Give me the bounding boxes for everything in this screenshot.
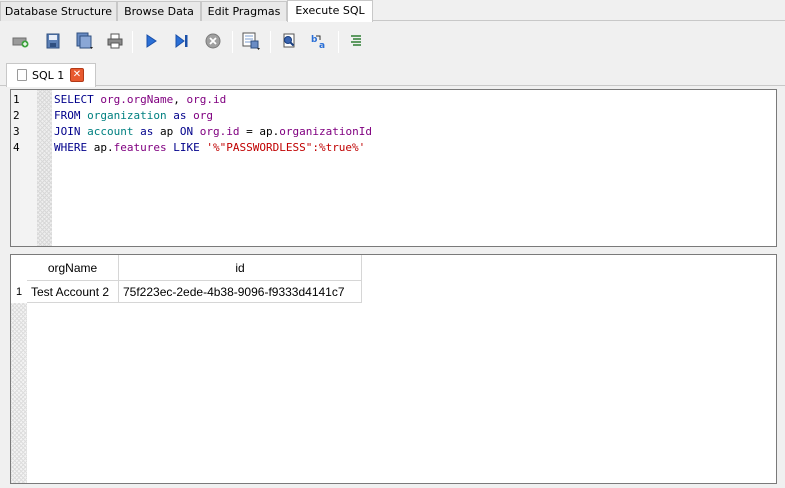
sql-tab-bar: SQL 1 ✕ xyxy=(0,62,785,87)
code-line: FROM organization as org xyxy=(54,109,213,122)
code-line: WHERE ap.features LIKE '%"PASSWORDLESS":… xyxy=(54,141,365,154)
svg-text:a: a xyxy=(319,41,325,49)
find-replace-icon[interactable]: ba xyxy=(308,30,330,52)
sql-document-icon xyxy=(17,69,27,81)
code-token: account xyxy=(87,125,134,138)
line-number: 1 xyxy=(13,93,20,106)
code-token: , xyxy=(173,93,187,106)
open-sql-file-icon[interactable] xyxy=(42,30,64,52)
column-header-id[interactable]: id xyxy=(119,255,362,281)
code-token: org.id xyxy=(186,93,227,106)
print-icon[interactable] xyxy=(104,30,126,52)
code-line: SELECT org.orgName, org.id xyxy=(54,93,226,106)
code-token: SELECT xyxy=(54,93,94,106)
code-token: ON xyxy=(179,125,194,138)
execute-current-line-icon[interactable] xyxy=(171,30,193,52)
table-cell-id[interactable]: 75f223ec-2ede-4b38-9096-f9333d4141c7 xyxy=(119,281,362,303)
toolbar-separator xyxy=(338,31,339,53)
code-token: org.id xyxy=(199,125,240,138)
save-sql-file-icon[interactable] xyxy=(74,30,96,52)
tab-sql-1[interactable]: SQL 1 ✕ xyxy=(6,63,96,87)
line-number-gutter: 1 2 3 4 xyxy=(11,90,52,246)
execute-all-icon[interactable] xyxy=(140,30,162,52)
code-token: FROM xyxy=(54,109,81,122)
sql-tab-label: SQL 1 xyxy=(32,69,65,82)
line-number: 2 xyxy=(13,109,20,122)
code-token: ap xyxy=(153,125,180,138)
code-token: ap. xyxy=(87,141,114,154)
save-results-icon[interactable] xyxy=(240,30,262,52)
code-token: as xyxy=(140,125,154,138)
row-header-area xyxy=(11,303,27,483)
grid-corner xyxy=(11,255,27,281)
main-tab-bar: Database Structure Browse Data Edit Prag… xyxy=(0,0,785,22)
open-tab-icon[interactable] xyxy=(10,30,32,52)
find-icon[interactable] xyxy=(278,30,300,52)
tab-execute-sql[interactable]: Execute SQL xyxy=(287,0,373,22)
code-token: as xyxy=(173,109,187,122)
code-token: '%"PASSWORDLESS":%true%' xyxy=(206,141,366,154)
sql-toolbar: ba xyxy=(0,22,785,60)
line-number: 3 xyxy=(13,125,20,138)
toolbar-separator xyxy=(132,31,133,53)
code-token: org.orgName xyxy=(100,93,174,106)
row-number[interactable]: 1 xyxy=(11,281,27,303)
code-token: = ap. xyxy=(239,125,280,138)
comment-icon[interactable] xyxy=(345,30,367,52)
sql-editor[interactable]: 1 2 3 4 SELECT org.orgName, org.id FROM … xyxy=(10,89,777,247)
code-token: features xyxy=(113,141,167,154)
code-token: JOIN xyxy=(54,125,81,138)
tab-edit-pragmas[interactable]: Edit Pragmas xyxy=(201,1,287,21)
code-token: organizationId xyxy=(279,125,372,138)
line-number: 4 xyxy=(13,141,20,154)
table-cell-orgname[interactable]: Test Account 2 xyxy=(27,281,119,303)
close-icon[interactable]: ✕ xyxy=(70,68,84,82)
tab-database-structure[interactable]: Database Structure xyxy=(0,1,117,21)
fold-margin xyxy=(37,90,52,246)
code-line: JOIN account as ap ON org.id = ap.organi… xyxy=(54,125,372,138)
code-token: LIKE xyxy=(173,141,200,154)
stop-execution-icon[interactable] xyxy=(202,30,224,52)
toolbar-separator xyxy=(270,31,271,53)
code-token: WHERE xyxy=(54,141,88,154)
tab-browse-data[interactable]: Browse Data xyxy=(117,1,201,21)
toolbar-separator xyxy=(232,31,233,53)
code-token: org xyxy=(193,109,213,122)
column-header-orgname[interactable]: orgName xyxy=(27,255,119,281)
code-token: organization xyxy=(87,109,167,122)
results-grid[interactable]: orgName id 1 Test Account 2 75f223ec-2ed… xyxy=(10,254,777,484)
